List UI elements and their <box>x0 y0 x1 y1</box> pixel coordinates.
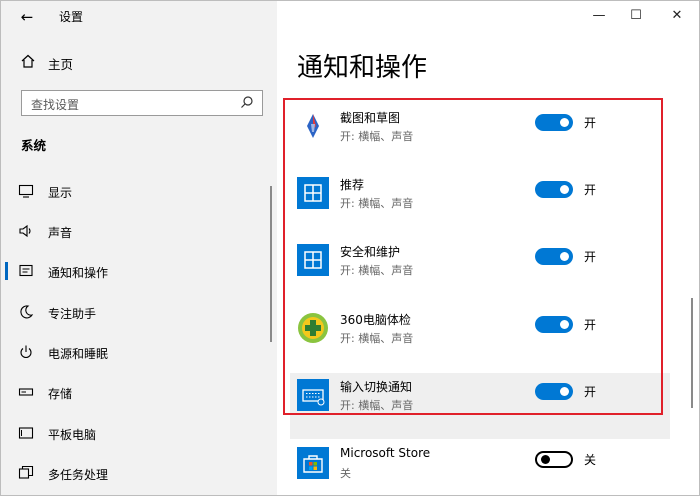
app-name: 推荐 <box>340 178 365 192</box>
app-detail: 关 <box>340 467 351 480</box>
sidebar-item-multitasking[interactable]: 多任务处理 <box>1 460 277 486</box>
tablet-icon <box>18 427 34 439</box>
sidebar-item-sound[interactable]: 声音 <box>1 218 277 244</box>
toggle-state: 开 <box>584 385 597 399</box>
power-icon <box>20 345 32 359</box>
close-button[interactable]: ✕ <box>655 1 699 31</box>
home-nav-item[interactable]: 主页 <box>1 51 277 75</box>
store-icon <box>297 447 329 479</box>
app-title: 设置 <box>59 10 84 24</box>
toggle-knob <box>560 320 569 329</box>
title-bar: ← 设置 <box>1 1 277 33</box>
toggle-security-maintenance[interactable] <box>535 248 573 265</box>
maximize-button[interactable]: ☐ <box>614 1 658 31</box>
toggle-knob <box>560 185 569 194</box>
back-button[interactable]: ← <box>15 7 39 27</box>
multitask-icon <box>18 465 34 479</box>
app-row-snip-sketch[interactable]: 截图和草图 开: 横幅、声音 开 <box>290 104 670 170</box>
app-row-security-maintenance[interactable]: 安全和维护 开: 横幅、声音 开 <box>290 238 670 304</box>
sidebar-item-label: 存储 <box>48 387 73 401</box>
sidebar-item-label: 多任务处理 <box>48 468 109 482</box>
app-detail: 开: 横幅、声音 <box>340 399 414 412</box>
page-title: 通知和操作 <box>297 53 428 83</box>
sidebar-item-label: 专注助手 <box>48 307 97 321</box>
app-name: 截图和草图 <box>340 111 401 125</box>
home-label: 主页 <box>48 57 74 72</box>
sidebar-item-storage[interactable]: 存储 <box>1 379 277 405</box>
toggle-knob <box>560 387 569 396</box>
360-checkup-icon <box>298 313 328 343</box>
suggested-icon <box>297 177 329 209</box>
toggle-knob <box>560 118 569 127</box>
app-detail: 开: 横幅、声音 <box>340 197 414 210</box>
app-name: 输入切换通知 <box>340 380 413 394</box>
settings-window: ← 设置 主页 查找设置 系统 显示 声音 通知和操作 专注助手 电源和睡眠 存… <box>0 0 700 496</box>
toggle-knob <box>541 455 550 464</box>
sidebar-item-label: 声音 <box>48 226 73 240</box>
home-icon <box>19 53 37 71</box>
storage-icon <box>18 388 34 396</box>
app-name: 360电脑体检 <box>340 313 411 327</box>
section-label-system: 系统 <box>21 138 47 153</box>
app-name: Microsoft Store <box>340 446 431 460</box>
security-maintenance-icon <box>297 244 329 276</box>
app-row-input-switch[interactable]: 输入切换通知 开: 横幅、声音 开 <box>290 373 670 439</box>
sidebar-item-power-sleep[interactable]: 电源和睡眠 <box>1 339 277 365</box>
sidebar-item-label: 通知和操作 <box>48 266 109 280</box>
toggle-state: 开 <box>584 250 597 264</box>
app-row-microsoft-store[interactable]: Microsoft Store 关 关 <box>290 441 670 495</box>
toggle-state: 开 <box>584 183 597 197</box>
active-indicator <box>5 262 8 280</box>
sidebar-item-label: 电源和睡眠 <box>48 347 109 361</box>
keyboard-icon <box>297 379 329 411</box>
app-detail: 开: 横幅、声音 <box>340 264 414 277</box>
app-detail: 开: 横幅、声音 <box>340 332 414 345</box>
toggle-suggested[interactable] <box>535 181 573 198</box>
toggle-knob <box>560 252 569 261</box>
toggle-microsoft-store[interactable] <box>535 451 573 468</box>
sidebar-item-display[interactable]: 显示 <box>1 178 277 204</box>
toggle-snip-sketch[interactable] <box>535 114 573 131</box>
search-placeholder: 查找设置 <box>31 98 80 112</box>
sidebar: ← 设置 主页 查找设置 系统 显示 声音 通知和操作 专注助手 电源和睡眠 存… <box>1 1 277 495</box>
moon-icon <box>20 305 34 319</box>
toggle-input-switch[interactable] <box>535 383 573 400</box>
toggle-state: 关 <box>584 453 597 467</box>
sidebar-scrollbar[interactable] <box>270 186 272 342</box>
sidebar-item-focus-assist[interactable]: 专注助手 <box>1 299 277 325</box>
app-row-360-checkup[interactable]: 360电脑体检 开: 横幅、声音 开 <box>290 306 670 372</box>
app-row-suggested[interactable]: 推荐 开: 横幅、声音 开 <box>290 171 670 237</box>
main-content: — ☐ ✕ 通知和操作 截图和草图 开: 横幅、声音 开 推荐 开: 横幅、声音… <box>277 1 699 495</box>
app-detail: 开: 横幅、声音 <box>340 130 414 143</box>
sidebar-item-notifications[interactable]: 通知和操作 <box>1 258 277 284</box>
sidebar-item-label: 显示 <box>48 186 73 200</box>
sidebar-item-label: 平板电脑 <box>48 428 97 442</box>
app-name: 安全和维护 <box>340 245 401 259</box>
toggle-360-checkup[interactable] <box>535 316 573 333</box>
search-icon <box>241 96 253 108</box>
sidebar-item-tablet[interactable]: 平板电脑 <box>1 420 277 446</box>
search-input[interactable]: 查找设置 <box>21 90 263 116</box>
toggle-state: 开 <box>584 116 597 130</box>
notification-icon <box>19 264 33 277</box>
toggle-state: 开 <box>584 318 597 332</box>
main-scrollbar[interactable] <box>691 298 693 408</box>
monitor-icon <box>18 184 34 198</box>
speaker-icon <box>19 224 31 238</box>
snip-sketch-icon <box>307 114 319 138</box>
